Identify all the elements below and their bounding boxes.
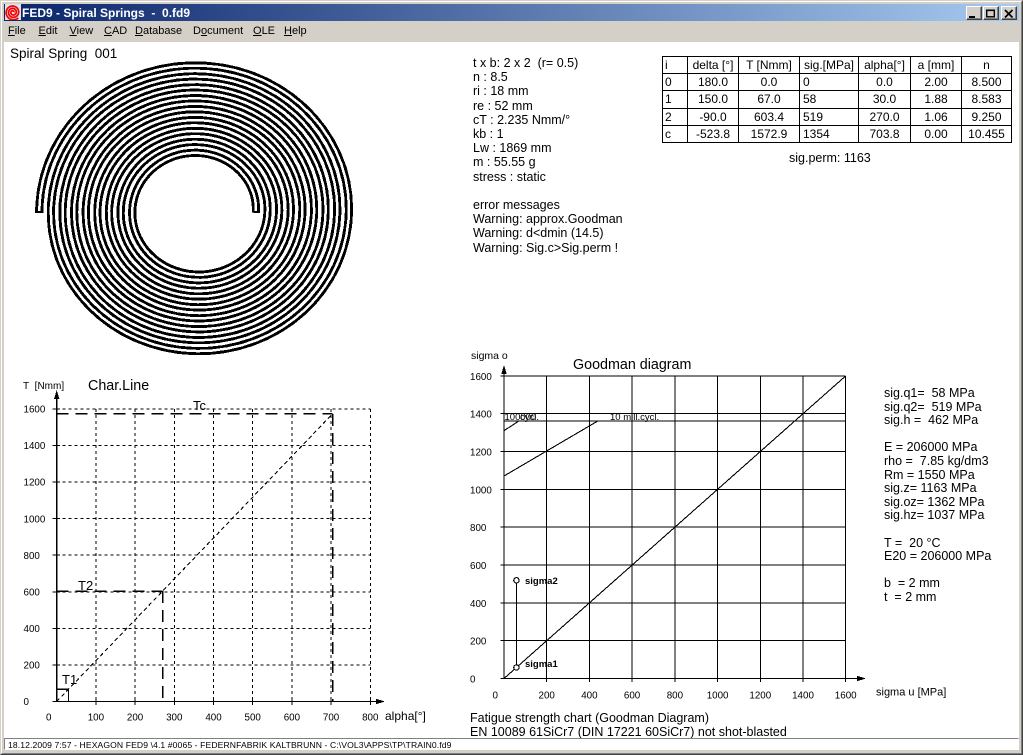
svg-text:1600: 1600 — [835, 691, 857, 702]
svg-text:800: 800 — [470, 523, 487, 534]
svg-text:600: 600 — [24, 588, 41, 599]
svg-text:600: 600 — [624, 691, 641, 702]
svg-text:200: 200 — [24, 661, 41, 672]
svg-text:alpha[°]: alpha[°] — [385, 709, 426, 723]
svg-text:10 mill.cycl.: 10 mill.cycl. — [610, 412, 659, 423]
svg-text:800: 800 — [667, 691, 684, 702]
svg-text:cycl.: cycl. — [520, 412, 539, 423]
svg-text:T [Nmm]: T [Nmm] — [23, 381, 64, 392]
svg-text:1200: 1200 — [24, 478, 46, 489]
svg-text:Goodman diagram: Goodman diagram — [573, 357, 691, 373]
svg-text:Char.Line: Char.Line — [88, 378, 149, 394]
svg-text:600: 600 — [284, 713, 301, 724]
svg-text:1000: 1000 — [470, 485, 492, 496]
svg-text:300: 300 — [166, 713, 183, 724]
svg-text:0: 0 — [24, 697, 30, 708]
svg-text:600: 600 — [470, 561, 487, 572]
svg-text:100: 100 — [88, 713, 105, 724]
svg-text:Tc: Tc — [193, 398, 207, 413]
svg-text:200: 200 — [539, 691, 556, 702]
svg-text:400: 400 — [470, 599, 487, 610]
svg-text:sigma1: sigma1 — [525, 659, 558, 670]
svg-text:1200: 1200 — [749, 691, 771, 702]
svg-text:0: 0 — [470, 675, 476, 686]
svg-text:1000: 1000 — [24, 514, 46, 525]
svg-text:0: 0 — [46, 713, 52, 724]
svg-text:1400: 1400 — [24, 441, 46, 452]
svg-text:T1: T1 — [62, 672, 77, 687]
svg-text:1200: 1200 — [470, 448, 492, 459]
svg-text:400: 400 — [205, 713, 222, 724]
svg-text:0: 0 — [493, 691, 499, 702]
svg-text:800: 800 — [362, 713, 379, 724]
svg-text:200: 200 — [127, 713, 144, 724]
svg-text:sigma o: sigma o — [471, 350, 508, 362]
svg-text:1600: 1600 — [24, 405, 46, 416]
svg-text:1000: 1000 — [707, 691, 729, 702]
svg-text:1400: 1400 — [792, 691, 814, 702]
svg-text:400: 400 — [24, 624, 41, 635]
svg-text:T2: T2 — [78, 578, 93, 593]
svg-text:400: 400 — [581, 691, 598, 702]
svg-text:sigma2: sigma2 — [525, 576, 558, 587]
svg-text:700: 700 — [323, 713, 340, 724]
svg-text:200: 200 — [470, 637, 487, 648]
svg-text:sigma u [MPa]: sigma u [MPa] — [876, 687, 946, 699]
svg-text:500: 500 — [245, 713, 262, 724]
svg-text:1400: 1400 — [470, 410, 492, 421]
svg-text:1600: 1600 — [470, 372, 492, 383]
svg-text:800: 800 — [24, 551, 41, 562]
